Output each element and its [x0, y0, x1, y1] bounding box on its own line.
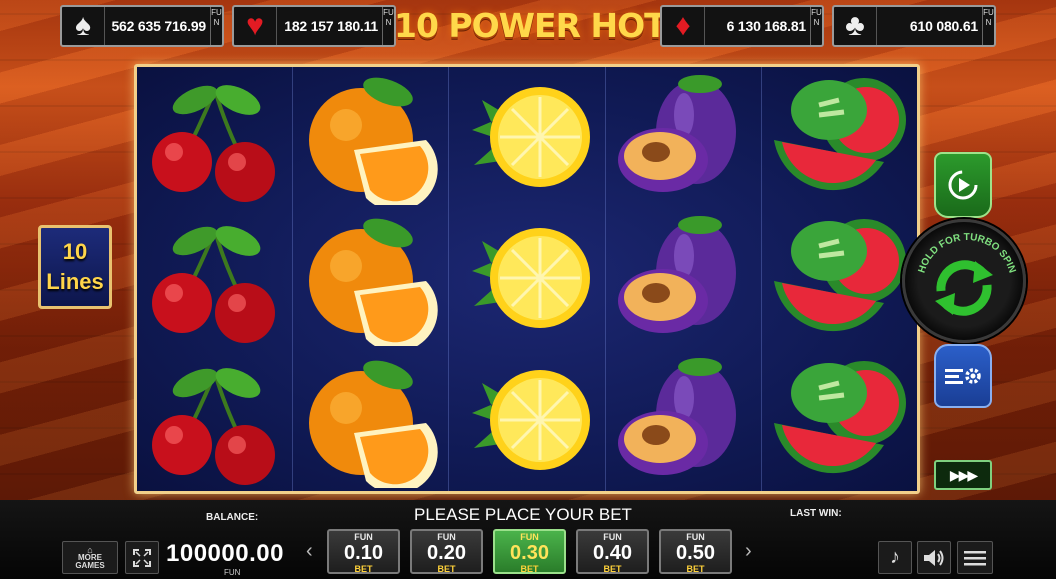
fullscreen-icon	[133, 548, 151, 567]
bet-amount: 0.30	[510, 542, 549, 564]
jackpot-tag: FUN	[810, 7, 822, 45]
balance-currency: FUN	[224, 568, 241, 577]
watermelon-symbol	[762, 67, 917, 208]
balance-value: 100000.00	[166, 540, 284, 567]
jackpot-tag: FUN	[982, 7, 994, 45]
spin-button[interactable]: HOLD FOR TURBO SPIN	[902, 219, 1026, 343]
jackpot-diamond: ♦ 6 130 168.81 FUN	[660, 5, 824, 47]
jackpot-spade: ♠ 562 635 716.99 FUN	[60, 5, 224, 47]
bet-currency: FUN	[437, 532, 456, 542]
more-games-button[interactable]: ⌂ MORE GAMES	[62, 541, 118, 574]
orange-symbol	[293, 67, 448, 208]
jackpot-heart: ♥ 182 157 180.11 FUN	[232, 5, 396, 47]
bet-amount: 0.40	[593, 542, 632, 564]
watermelon-symbol	[762, 350, 917, 491]
reel-5	[762, 67, 917, 491]
cherry-symbol	[137, 208, 292, 349]
bet-option-1[interactable]: FUN 0.10 BET	[327, 529, 400, 574]
reels	[134, 64, 920, 494]
spade-icon: ♠	[75, 9, 91, 42]
settings-button[interactable]	[934, 344, 992, 408]
watermelon-symbol	[762, 208, 917, 349]
bet-label: BET	[520, 564, 539, 574]
lines-label: Lines	[46, 269, 104, 294]
autoplay-button[interactable]	[934, 152, 992, 218]
jackpot-value: 182 157 180.11	[284, 18, 378, 34]
bet-label: BET	[437, 564, 456, 574]
reel-1	[137, 67, 294, 491]
more-games-label: MORE GAMES	[75, 552, 105, 570]
cherry-symbol	[137, 67, 292, 208]
fullscreen-button[interactable]	[125, 541, 159, 574]
music-button[interactable]: ♪	[878, 541, 912, 574]
lemon-symbol	[449, 350, 604, 491]
jackpot-tag: FUN	[382, 7, 394, 45]
plum-symbol	[606, 350, 761, 491]
bet-amount: 0.20	[427, 542, 466, 564]
lines-count: 10	[62, 239, 88, 264]
status-message: PLEASE PLACE YOUR BET	[414, 505, 632, 524]
lemon-symbol	[449, 67, 604, 208]
jackpot-club: ♣ 610 080.61 FUN	[832, 5, 996, 47]
bet-label: BET	[354, 564, 373, 574]
bet-prev-arrow[interactable]: ‹	[306, 540, 313, 563]
bet-label: BET	[686, 564, 705, 574]
plum-symbol	[606, 208, 761, 349]
bet-option-5[interactable]: FUN 0.50 BET	[659, 529, 732, 574]
bet-currency: FUN	[520, 532, 539, 542]
bet-option-3[interactable]: FUN 0.30 BET	[493, 529, 566, 574]
orange-symbol	[293, 208, 448, 349]
svg-text:HOLD FOR TURBO SPIN: HOLD FOR TURBO SPIN	[917, 232, 1018, 274]
plum-symbol	[606, 67, 761, 208]
bet-next-arrow[interactable]: ›	[745, 540, 752, 563]
bet-currency: FUN	[603, 532, 622, 542]
balance-label: BALANCE:	[206, 512, 259, 523]
reel-2	[293, 67, 450, 491]
last-win-label: LAST WIN:	[790, 508, 842, 519]
jackpot-value: 562 635 716.99	[111, 18, 206, 34]
bet-amount: 0.50	[676, 542, 715, 564]
reel-4	[606, 67, 762, 491]
heart-icon: ♥	[246, 9, 264, 42]
bet-label: BET	[603, 564, 622, 574]
menu-icon	[964, 550, 986, 565]
bet-option-2[interactable]: FUN 0.20 BET	[410, 529, 483, 574]
reel-3	[449, 67, 606, 491]
bet-currency: FUN	[686, 532, 705, 542]
fast-forward-button[interactable]: ▶▶▶	[934, 460, 992, 490]
sound-button[interactable]	[917, 541, 951, 574]
diamond-icon: ♦	[675, 9, 691, 42]
bet-option-4[interactable]: FUN 0.40 BET	[576, 529, 649, 574]
bet-amount: 0.10	[344, 542, 383, 564]
sound-icon	[924, 549, 944, 566]
settings-icon	[945, 368, 981, 384]
jackpot-value: 610 080.61	[909, 18, 978, 34]
bet-currency: FUN	[354, 532, 373, 542]
cherry-symbol	[137, 350, 292, 491]
spin-label-ring: HOLD FOR TURBO SPIN	[917, 232, 1018, 274]
lemon-symbol	[449, 208, 604, 349]
game-title: 10 POWER HOT	[394, 6, 667, 45]
fast-forward-icon: ▶▶▶	[949, 466, 978, 483]
spin-label: HOLD FOR TURBO SPIN	[917, 232, 1018, 274]
music-icon: ♪	[890, 546, 900, 568]
jackpot-value: 6 130 168.81	[726, 18, 807, 34]
club-icon: ♣	[845, 9, 865, 42]
jackpot-tag: FUN	[210, 7, 222, 45]
menu-button[interactable]	[957, 541, 993, 574]
orange-symbol	[293, 350, 448, 491]
lines-badge: 10 Lines	[38, 225, 112, 309]
autoplay-icon	[948, 170, 978, 200]
